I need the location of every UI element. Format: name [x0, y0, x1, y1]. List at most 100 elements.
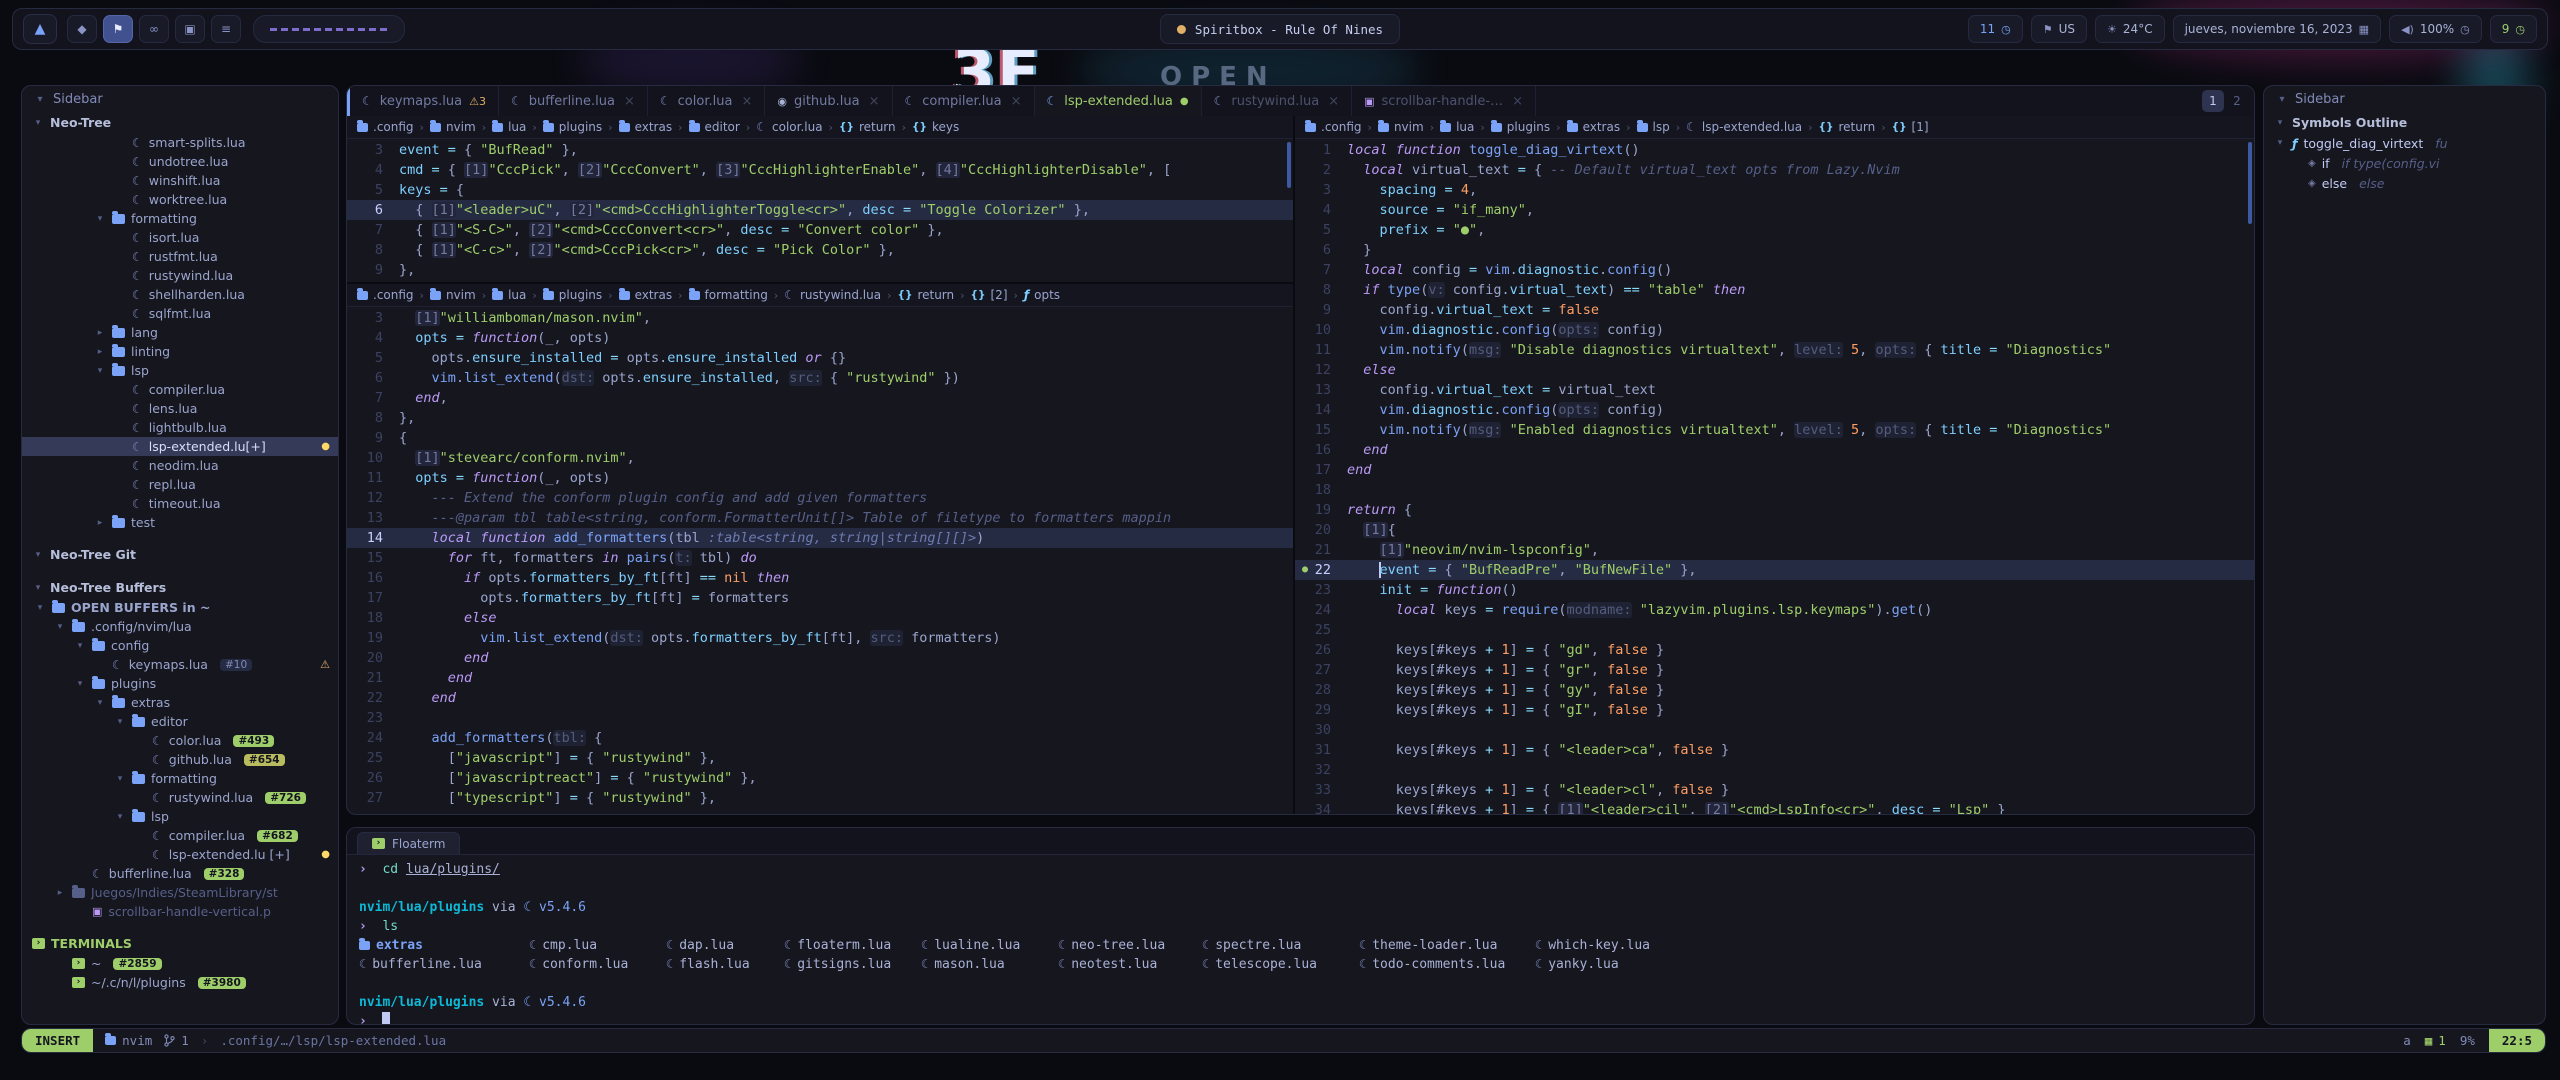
toolbar-button-2[interactable]: ⚑ [103, 15, 133, 43]
code-line-23[interactable]: 23 init = function() [1295, 580, 2254, 600]
code-line-32[interactable]: 32 [1295, 760, 2254, 780]
code-line-22[interactable]: 22 end [347, 688, 1293, 708]
tree-item-extras[interactable]: ▾extras [22, 693, 338, 712]
status-pill-4[interactable]: jueves, noviembre 16, 2023▦ [2173, 15, 2381, 43]
code-line-17[interactable]: 17end [1295, 460, 2254, 480]
terminal-ls-item[interactable]: ☾spectre.lua [1202, 936, 1359, 955]
tab-color-lua[interactable]: ☾color.lua× [648, 86, 765, 116]
scrollbar[interactable] [2248, 142, 2252, 224]
code-line-14[interactable]: 14 local function add_formatters(tbl :ta… [347, 528, 1293, 548]
tab-compiler-lua[interactable]: ☾compiler.lua× [893, 86, 1035, 116]
breadcrumb-item[interactable]: ƒopts [1024, 288, 1060, 302]
code-line-9[interactable]: 9{ [347, 428, 1293, 448]
breadcrumb-item[interactable]: {}[2] [971, 288, 1008, 302]
outline-item-else[interactable]: ◈elseelse [2264, 173, 2545, 193]
tree-item-lsp-extended-lu[interactable]: ☾lsp-extended.lu [+]● [22, 845, 338, 864]
breadcrumb-item[interactable]: nvim [430, 120, 476, 134]
breadcrumb-item[interactable]: {}[1] [1892, 120, 1929, 134]
code-area[interactable]: 3event = { "BufRead" },4cmd = { [1]"CccP… [347, 139, 1293, 280]
code-line-24[interactable]: 24 local keys = require(modname: "lazyvi… [1295, 600, 2254, 620]
code-line-9[interactable]: 9 config.virtual_text = false [1295, 300, 2254, 320]
code-line-10[interactable]: 10 vim.diagnostic.config(opts: config) [1295, 320, 2254, 340]
close-icon[interactable]: × [1328, 94, 1339, 109]
code-line-8[interactable]: 8 { [1]"<C-c>", [2]"<cmd>CccPick<cr>", d… [347, 240, 1293, 260]
code-line-24[interactable]: 24 add_formatters(tbl: { [347, 728, 1293, 748]
code-line-3[interactable]: 3 [1]"williamboman/mason.nvim", [347, 308, 1293, 328]
terminal-ls-item[interactable]: ☾telescope.lua [1202, 955, 1359, 974]
code-line-30[interactable]: 30 [1295, 720, 2254, 740]
terminal-ls-item[interactable]: ☾conform.lua [529, 955, 666, 974]
tabpage-1[interactable]: 1 [2202, 90, 2224, 112]
terminal-ls-item[interactable]: ☾lualine.lua [921, 936, 1058, 955]
code-line-21[interactable]: 21 [1]"neovim/nvim-lspconfig", [1295, 540, 2254, 560]
status-pill-6[interactable]: 9◷ [2490, 15, 2537, 43]
breadcrumb-item[interactable]: plugins [543, 120, 602, 134]
tree-item-keymaps-lua[interactable]: ☾keymaps.lua#10⚠ [22, 655, 338, 674]
breadcrumb-item[interactable]: .config [357, 288, 414, 302]
breadcrumb-item[interactable]: ☾lsp-extended.lua [1686, 120, 1802, 134]
code-line-12[interactable]: 12 else [1295, 360, 2254, 380]
breadcrumb-item[interactable]: lua [492, 120, 526, 134]
breadcrumb-item[interactable]: .config [357, 120, 414, 134]
tree-item-formatting[interactable]: ▾formatting [22, 209, 338, 228]
code-line-16[interactable]: 16 if opts.formatters_by_ft[ft] == nil t… [347, 568, 1293, 588]
breadcrumb-item[interactable]: nvim [430, 288, 476, 302]
code-line-6[interactable]: 6 } [1295, 240, 2254, 260]
code-line-13[interactable]: 13 ---@param tbl table<string, conform.F… [347, 508, 1293, 528]
section-header-neo-tree-git[interactable]: ▾Neo-Tree Git [22, 544, 338, 565]
breadcrumb-item[interactable]: formatting [689, 288, 768, 302]
tree-item-sqlfmt-lua[interactable]: ☾sqlfmt.lua [22, 304, 338, 323]
terminal-ls-item[interactable]: ☾todo-comments.lua [1359, 955, 1535, 974]
code-line-5[interactable]: 5keys = { [347, 180, 1293, 200]
terminal-ls-item[interactable]: ☾yanky.lua [1535, 955, 2242, 974]
code-line-27[interactable]: 27 keys[#keys + 1] = { "gr", false } [1295, 660, 2254, 680]
tree-item-neodim-lua[interactable]: ☾neodim.lua [22, 456, 338, 475]
terminal-ls-item[interactable]: ☾bufferline.lua [359, 955, 529, 974]
now-playing-widget[interactable]: Spiritbox - Rule Of Nines [1160, 14, 1400, 44]
tab-bufferline-lua[interactable]: ☾bufferline.lua× [499, 86, 648, 116]
terminal-ls-item[interactable]: ☾floaterm.lua [784, 936, 921, 955]
tree-item-lsp-extended-lu[interactable]: ☾lsp-extended.lu[+]● [22, 437, 338, 456]
close-icon[interactable]: × [624, 94, 635, 109]
breadcrumb-item[interactable]: {}return [897, 288, 954, 302]
terminal-output[interactable]: › cd lua/plugins/nvim/lua/plugins via ☾ … [347, 855, 2254, 1025]
breadcrumb-item[interactable]: plugins [1491, 120, 1550, 134]
breadcrumb-item[interactable]: extras [1567, 120, 1621, 134]
tree-item-item[interactable]: ›~#2859 [22, 954, 338, 973]
code-line-6[interactable]: 6 { [1]"<leader>uC", [2]"<cmd>CccHighlig… [347, 200, 1293, 220]
code-line-3[interactable]: 3 spacing = 4, [1295, 180, 2254, 200]
breadcrumb-item[interactable]: lsp [1637, 120, 1670, 134]
terminal-ls-item[interactable]: ☾cmp.lua [529, 936, 666, 955]
tab-rustywind-lua[interactable]: ☾rustywind.lua× [1202, 86, 1353, 116]
tab-github-lua[interactable]: ◉github.lua× [765, 86, 892, 116]
status-pill-3[interactable]: ☀24°C [2095, 15, 2165, 43]
code-line-4[interactable]: 4 opts = function(_, opts) [347, 328, 1293, 348]
section-header-neo-tree-buffers[interactable]: ▾Neo-Tree Buffers [22, 577, 338, 598]
floaterm-tab[interactable]: › Floaterm [357, 832, 460, 854]
code-line-19[interactable]: 19return { [1295, 500, 2254, 520]
launcher-button[interactable]: ▲ [23, 14, 57, 44]
tab-scrollbar-handle[interactable]: ▣scrollbar-handle-…× [1352, 86, 1536, 116]
status-pill-1[interactable]: 11◷ [1968, 15, 2023, 43]
tree-item-compiler-lua[interactable]: ☾compiler.lua [22, 380, 338, 399]
tabpage-2[interactable]: 2 [2226, 90, 2248, 112]
code-line-20[interactable]: 20 [1]{ [1295, 520, 2254, 540]
tree-item-open-buffers-in[interactable]: ▾OPEN BUFFERS in ~ [22, 598, 338, 617]
tree-item-shellharden-lua[interactable]: ☾shellharden.lua [22, 285, 338, 304]
tree-item-rustfmt-lua[interactable]: ☾rustfmt.lua [22, 247, 338, 266]
tree-item-juegos-indies-steamlibrary-st[interactable]: ▸Juegos/Indies/SteamLibrary/st [22, 883, 338, 902]
code-line-22[interactable]: ●22 event = { "BufReadPre", "BufNewFile"… [1295, 560, 2254, 580]
code-line-34[interactable]: 34 keys[#keys + 1] = { [1]"<leader>cil",… [1295, 800, 2254, 814]
status-pill-2[interactable]: ⚑US [2031, 15, 2087, 43]
code-line-29[interactable]: 29 keys[#keys + 1] = { "gI", false } [1295, 700, 2254, 720]
tree-item-lsp[interactable]: ▾lsp [22, 361, 338, 380]
scrollbar[interactable] [1287, 142, 1291, 188]
code-line-26[interactable]: 26 keys[#keys + 1] = { "gd", false } [1295, 640, 2254, 660]
breadcrumb-item[interactable]: plugins [543, 288, 602, 302]
tree-item-worktree-lua[interactable]: ☾worktree.lua [22, 190, 338, 209]
code-line-3[interactable]: 3event = { "BufRead" }, [347, 140, 1293, 160]
code-line-20[interactable]: 20 end [347, 648, 1293, 668]
code-line-19[interactable]: 19 vim.list_extend(dst: opts.formatters_… [347, 628, 1293, 648]
code-line-33[interactable]: 33 keys[#keys + 1] = { "<leader>cl", fal… [1295, 780, 2254, 800]
breadcrumb-item[interactable]: nvim [1378, 120, 1424, 134]
